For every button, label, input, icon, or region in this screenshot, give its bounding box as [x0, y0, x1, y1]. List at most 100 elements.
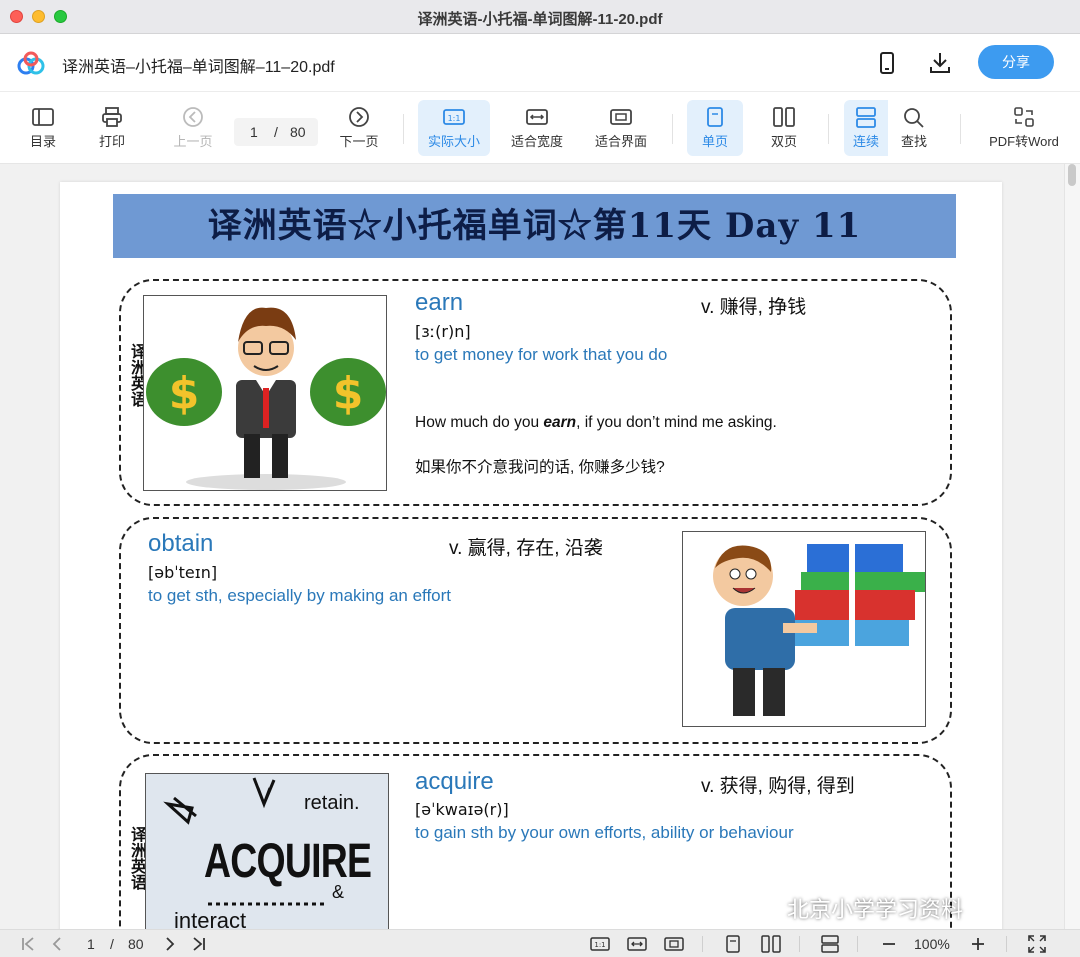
fullscreen-button[interactable] — [1027, 934, 1047, 954]
first-page-icon — [22, 937, 34, 951]
example-text: How much do you — [415, 414, 544, 431]
toolbar-divider — [672, 114, 673, 144]
share-button[interactable]: 分享 — [978, 45, 1054, 79]
definition-obtain: to get sth, especially by making an effo… — [148, 586, 452, 605]
convert-icon — [1014, 107, 1034, 127]
bottom-actual-size-button[interactable]: 1:1 — [590, 934, 610, 954]
mobile-view-icon[interactable] — [874, 50, 900, 76]
first-page-button[interactable] — [18, 934, 38, 954]
art-word-interact: interact — [174, 908, 247, 929]
prev-page-button[interactable]: 上一页 — [164, 100, 222, 156]
chevron-left-circle-icon — [183, 107, 203, 127]
page-banner: 译洲英语☆小托福单词☆第11天 Day 11 — [113, 194, 956, 258]
watermark-text: 北京小学学习资料 — [787, 898, 964, 923]
fit-page-icon — [664, 937, 684, 951]
bottom-divider — [702, 936, 703, 952]
acquire-illustration: retain. ACQUIRE & interact — [145, 773, 389, 929]
word-earn: earn — [415, 289, 464, 316]
toolbar-divider — [403, 114, 404, 144]
document-viewer[interactable]: 译洲英语☆小托福单词☆第11天 Day 11 译洲英语 $ $ earn v. … — [0, 164, 1080, 929]
double-page-button[interactable]: 双页 — [756, 100, 812, 156]
pos-acquire: v. 获得, 购得, 得到 — [701, 776, 855, 797]
bottom-continuous-button[interactable] — [820, 934, 840, 954]
bottom-divider — [857, 936, 858, 952]
bottom-single-page-button[interactable] — [723, 934, 743, 954]
toc-button[interactable]: 目录 — [14, 100, 72, 156]
find-button[interactable]: 查找 — [886, 100, 942, 156]
example-text: , if you don’t mind me asking. — [576, 414, 777, 431]
minus-icon — [883, 943, 895, 945]
window-title: 译洲英语-小托福-单词图解-11-20.pdf — [417, 11, 663, 28]
actual-size-button[interactable]: 1:1 实际大小 — [418, 100, 490, 156]
ipa-earn: [ɜː(r)n] — [415, 322, 471, 341]
fit-width-icon — [526, 109, 548, 125]
actual-size-icon: 1:1 — [443, 109, 465, 125]
word-card-earn: 译洲英语 $ $ earn v. 赚得, 挣钱 [ɜː(r)n] to get … — [119, 279, 952, 506]
fit-width-button[interactable]: 适合宽度 — [502, 100, 572, 156]
current-page: 1 — [250, 124, 258, 140]
next-page-label: 下一页 — [339, 134, 379, 149]
bottom-fit-width-button[interactable] — [627, 934, 647, 954]
scrollbar-thumb[interactable] — [1068, 164, 1076, 186]
page-number-input[interactable]: 1 / 80 — [234, 118, 318, 146]
art-word-ampersand: & — [332, 882, 345, 902]
pos-earn: v. 赚得, 挣钱 — [701, 297, 807, 318]
continuous-button[interactable]: 连续 — [844, 100, 888, 156]
earn-illustration: $ $ — [143, 295, 387, 491]
bottom-divider — [1006, 936, 1007, 952]
fit-width-icon — [627, 937, 647, 951]
businessman-money-bags-icon: $ $ — [146, 307, 386, 490]
last-page-button[interactable] — [189, 934, 209, 954]
pdf-to-word-button[interactable]: PDF转Word — [980, 100, 1068, 156]
chevron-right-icon — [166, 937, 175, 951]
man-carrying-gifts-icon — [713, 544, 925, 716]
fullscreen-icon — [1028, 935, 1046, 953]
toolbar-divider — [960, 114, 961, 144]
double-page-icon — [773, 107, 795, 127]
actual-size-icon: 1:1 — [590, 937, 610, 951]
bottom-status-bar: 1 / 80 1:1 100% — [0, 929, 1080, 957]
next-page-button[interactable]: 下一页 — [330, 100, 388, 156]
vertical-scrollbar[interactable] — [1064, 164, 1080, 929]
toolbar: 目录 打印 上一页 1 / 80 下一页 1:1 实际大小 适合宽度 适合界面 … — [0, 92, 1080, 164]
window-titlebar: 译洲英语-小托福-单词图解-11-20.pdf — [0, 0, 1080, 34]
next-page-small-button[interactable] — [160, 934, 180, 954]
continuous-icon — [856, 107, 876, 128]
bottom-page-separator: / — [110, 936, 114, 952]
total-pages: 80 — [290, 124, 306, 140]
definition-earn: to get money for work that you do — [415, 345, 668, 364]
page-separator: / — [274, 124, 278, 140]
fit-page-button[interactable]: 适合界面 — [585, 100, 657, 156]
ipa-obtain: [əbˈteɪn] — [148, 563, 218, 582]
printer-icon — [102, 107, 122, 127]
art-word-acquire: ACQUIRE — [204, 835, 372, 888]
single-page-icon — [707, 107, 723, 127]
svg-text:$: $ — [333, 368, 364, 419]
fit-width-label: 适合宽度 — [510, 134, 563, 149]
print-label: 打印 — [98, 134, 125, 149]
example-earn: How much do you earn, if you don’t mind … — [415, 414, 777, 432]
double-page-label: 双页 — [770, 134, 797, 149]
prev-page-small-button[interactable] — [47, 934, 67, 954]
app-logo-icon — [17, 51, 45, 75]
zoom-in-button[interactable] — [968, 934, 988, 954]
bottom-current-page[interactable]: 1 — [87, 936, 95, 952]
toc-icon — [32, 108, 54, 126]
svg-text:$: $ — [169, 368, 200, 419]
bottom-fit-page-button[interactable] — [664, 934, 684, 954]
chevron-left-icon — [52, 937, 61, 951]
example-keyword: earn — [543, 414, 577, 431]
zoom-out-button[interactable] — [879, 934, 899, 954]
single-page-button[interactable]: 单页 — [687, 100, 743, 156]
zoom-level[interactable]: 100% — [914, 936, 950, 952]
continuous-icon — [821, 935, 839, 953]
plus-icon — [972, 938, 984, 950]
actual-size-label: 实际大小 — [427, 134, 480, 149]
print-button[interactable]: 打印 — [83, 100, 141, 156]
last-page-icon — [193, 937, 205, 951]
toc-label: 目录 — [29, 134, 56, 149]
bottom-double-page-button[interactable] — [761, 934, 781, 954]
continuous-label: 连续 — [852, 134, 879, 149]
download-icon[interactable] — [927, 50, 953, 76]
prev-page-label: 上一页 — [173, 134, 213, 149]
